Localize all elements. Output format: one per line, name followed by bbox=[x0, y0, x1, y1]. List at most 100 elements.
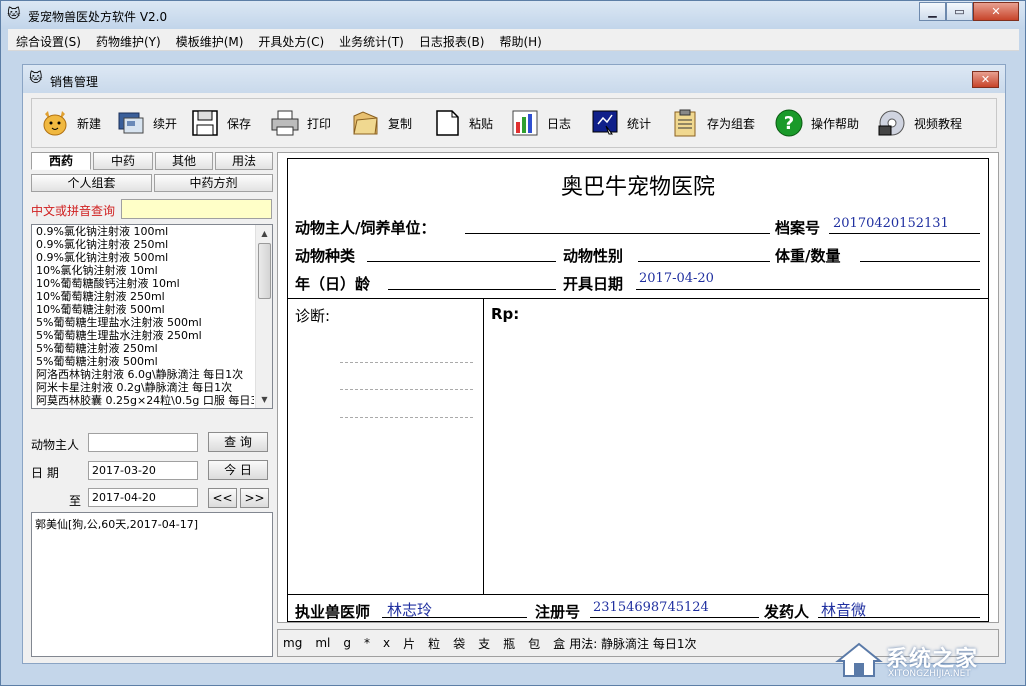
unit-mg[interactable]: mg bbox=[283, 636, 302, 650]
minimize-button[interactable]: ▁ bbox=[919, 2, 946, 21]
reg-no-line bbox=[590, 617, 759, 618]
stats-label: 统计 bbox=[627, 116, 652, 131]
sales-close-button[interactable]: ✕ bbox=[972, 71, 999, 88]
drug-list-item[interactable]: 5%葡萄糖注射液 500ml bbox=[32, 355, 254, 368]
tab-chinese[interactable]: 中药 bbox=[93, 152, 153, 170]
owner-label: 动物主人 bbox=[31, 438, 80, 452]
left-panel: 西药 中药 其他 用法 个人组套 中药方剂 中文或拼音查询 0.9%氯化钠注射液… bbox=[31, 152, 273, 657]
drug-list-item[interactable]: 阿莫西林胶囊 0.25g×24粒\0.5g 口服 每日3 bbox=[32, 394, 254, 407]
drug-list-item[interactable]: 10%葡萄糖酸钙注射液 10ml bbox=[32, 277, 254, 290]
prescription-form: 奥巴牛宠物医院 动物主人/饲养单位： 档案号 20170420152131 动物… bbox=[287, 158, 989, 622]
drug-list[interactable]: 0.9%氯化钠注射液 100ml 0.9%氯化钠注射液 250ml 0.9%氯化钠注… bbox=[31, 224, 273, 409]
tab-usage[interactable]: 用法 bbox=[215, 152, 273, 170]
today-button[interactable]: 今 日 bbox=[208, 460, 268, 480]
owner-input[interactable] bbox=[88, 433, 198, 452]
unit-box[interactable]: 盒 bbox=[553, 635, 565, 652]
continue-button[interactable]: 续开 bbox=[116, 105, 177, 141]
menu-templates[interactable]: 模板维护(M) bbox=[168, 29, 251, 50]
vet-value[interactable]: 林志玲 bbox=[387, 599, 432, 620]
issue-date-value[interactable]: 2017-04-20 bbox=[639, 271, 714, 286]
unit-stick[interactable]: 支 bbox=[478, 635, 490, 652]
unit-pack[interactable]: 包 bbox=[528, 635, 540, 652]
menu-prescribe[interactable]: 开具处方(C) bbox=[250, 29, 331, 50]
drug-list-item[interactable]: 0.9%氯化钠注射液 250ml bbox=[32, 238, 254, 251]
drug-list-item[interactable]: 10%葡萄糖注射液 500ml bbox=[32, 303, 254, 316]
age-line[interactable] bbox=[388, 289, 556, 290]
documents-icon bbox=[116, 108, 146, 138]
menu-reports[interactable]: 日志报表(B) bbox=[411, 29, 492, 50]
printer-icon bbox=[270, 108, 300, 138]
new-button[interactable]: 新建 bbox=[40, 105, 101, 141]
species-label: 动物种类 bbox=[295, 247, 356, 265]
close-button[interactable]: ✕ bbox=[973, 2, 1019, 21]
maximize-button[interactable]: ▭ bbox=[946, 2, 973, 21]
copy-button[interactable]: 复制 bbox=[351, 105, 412, 141]
drug-list-item[interactable]: 5%葡萄糖生理盐水注射液 500ml bbox=[32, 316, 254, 329]
sex-label: 动物性别 bbox=[563, 247, 624, 265]
species-line[interactable] bbox=[367, 261, 556, 262]
date-to-input[interactable]: 2017-04-20 bbox=[88, 488, 198, 507]
file-no-value[interactable]: 20170420152131 bbox=[833, 216, 949, 231]
drug-list-item[interactable]: 阿洛西林钠注射液 6.0g\静脉滴注 每日1次 bbox=[32, 368, 254, 381]
prev-button[interactable]: << bbox=[208, 488, 237, 508]
tab-other[interactable]: 其他 bbox=[155, 152, 213, 170]
paste-label: 粘贴 bbox=[469, 116, 494, 131]
paste-button[interactable]: 粘贴 bbox=[432, 105, 493, 141]
unit-bottle[interactable]: 瓶 bbox=[503, 635, 515, 652]
owner-field-line[interactable] bbox=[465, 233, 770, 234]
sex-line[interactable] bbox=[638, 261, 770, 262]
drug-list-item[interactable]: 5%葡萄糖生理盐水注射液 250ml bbox=[32, 329, 254, 342]
issue-date-line bbox=[636, 289, 980, 290]
drug-list-item[interactable]: 0.9%氯化钠注射液 100ml bbox=[32, 225, 254, 238]
weight-line[interactable] bbox=[860, 261, 980, 262]
hospital-name: 奥巴牛宠物医院 bbox=[560, 175, 715, 200]
help-button[interactable]: ? 操作帮助 bbox=[774, 105, 859, 141]
log-label: 日志 bbox=[547, 116, 572, 131]
menu-settings[interactable]: 综合设置(S) bbox=[8, 29, 88, 50]
history-list[interactable]: 郭美仙[狗,公,60天,2017-04-17] bbox=[31, 512, 273, 657]
query-button[interactable]: 查 询 bbox=[208, 432, 268, 452]
drug-list-item[interactable]: 0.9%氯化钠注射液 500ml bbox=[32, 251, 254, 264]
tab-personal-groups[interactable]: 个人组套 bbox=[31, 174, 152, 192]
unit-bag[interactable]: 袋 bbox=[453, 635, 465, 652]
unit-tablet[interactable]: 片 bbox=[403, 635, 415, 652]
cat-face-icon bbox=[40, 108, 70, 138]
video-button[interactable]: 视频教程 bbox=[877, 105, 962, 141]
search-input[interactable] bbox=[121, 199, 272, 219]
menu-help[interactable]: 帮助(H) bbox=[491, 29, 548, 50]
title-bar: 🐱 爱宠物兽医处方软件 V2.0 ▁ ▭ ✕ bbox=[1, 1, 1025, 29]
sales-title-bar: 🐱 销售管理 ✕ bbox=[23, 65, 1005, 93]
unit-capsule[interactable]: 粒 bbox=[428, 635, 440, 652]
next-button[interactable]: >> bbox=[240, 488, 269, 508]
unit-x[interactable]: x bbox=[383, 636, 390, 650]
disc-icon bbox=[877, 108, 907, 138]
tab-western[interactable]: 西药 bbox=[31, 152, 91, 170]
date-from-input[interactable]: 2017-03-20 bbox=[88, 461, 198, 480]
scroll-down-icon[interactable]: ▼ bbox=[256, 391, 272, 408]
unit-star[interactable]: * bbox=[364, 636, 370, 650]
to-label: 至 bbox=[69, 494, 82, 508]
grid-chart-icon bbox=[510, 108, 540, 138]
tab-chinese-formulas[interactable]: 中药方剂 bbox=[154, 174, 273, 192]
reg-no-value[interactable]: 23154698745124 bbox=[593, 600, 709, 615]
stats-button[interactable]: 统计 bbox=[590, 105, 651, 141]
scroll-thumb[interactable] bbox=[258, 243, 271, 299]
print-button[interactable]: 打印 bbox=[270, 105, 331, 141]
dispenser-value[interactable]: 林音微 bbox=[821, 599, 866, 620]
sales-window: 🐱 销售管理 ✕ 新建 续开 保存 打印 复制 粘贴 日志 统计 存为组套 ? … bbox=[22, 64, 1006, 664]
unit-ml[interactable]: ml bbox=[315, 636, 330, 650]
menu-drugs[interactable]: 药物维护(Y) bbox=[88, 29, 168, 50]
log-button[interactable]: 日志 bbox=[510, 105, 571, 141]
drug-list-item[interactable]: 10%氯化钠注射液 10ml bbox=[32, 264, 254, 277]
save-button[interactable]: 保存 bbox=[190, 105, 251, 141]
menu-stats[interactable]: 业务统计(T) bbox=[331, 29, 411, 50]
scroll-up-icon[interactable]: ▲ bbox=[256, 225, 272, 242]
unit-g[interactable]: g bbox=[343, 636, 351, 650]
help-label: 操作帮助 bbox=[811, 116, 860, 131]
history-item[interactable]: 郭美仙[狗,公,60天,2017-04-17] bbox=[35, 516, 269, 532]
drug-list-item[interactable]: 5%葡萄糖注射液 250ml bbox=[32, 342, 254, 355]
save-group-button[interactable]: 存为组套 bbox=[670, 105, 755, 141]
drug-list-scrollbar[interactable]: ▲ ▼ bbox=[255, 225, 272, 408]
drug-list-item[interactable]: 阿米卡星注射液 0.2g\静脉滴注 每日1次 bbox=[32, 381, 254, 394]
drug-list-item[interactable]: 10%葡萄糖注射液 250ml bbox=[32, 290, 254, 303]
